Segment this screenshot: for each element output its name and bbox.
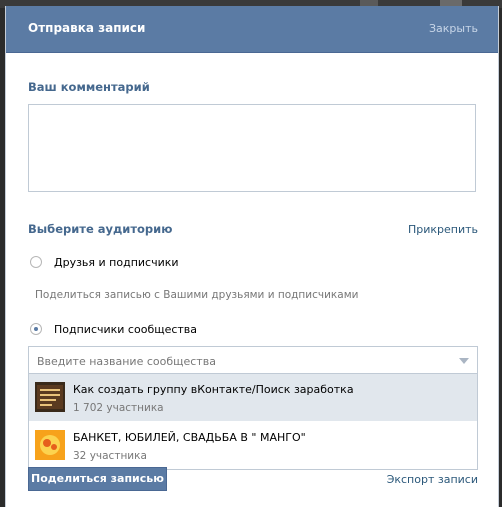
community-result-name: Как создать группу вКонтакте/Поиск зараб… [73,383,354,396]
community-result-name: БАНКЕТ, ЮБИЛЕЙ, СВАДЬБА В " МАНГО" [73,431,306,444]
radio-community-subscribers[interactable] [30,323,42,335]
comment-textarea[interactable] [28,104,476,192]
community-result-item[interactable]: Как создать группу вКонтакте/Поиск зараб… [29,374,477,421]
friends-hint-text: Поделиться записью с Вашими друзьями и п… [35,289,359,301]
share-post-dialog: Отправка записи Закрыть Ваш комментарий … [5,6,499,507]
share-post-button[interactable]: Поделиться записью [28,467,167,491]
community-search-placeholder: Введите название сообщества [37,355,216,368]
audience-heading: Выберите аудиторию [28,222,173,236]
attach-link[interactable]: Прикрепить [408,223,478,236]
export-post-link[interactable]: Экспорт записи [387,473,478,486]
comment-heading: Ваш комментарий [28,80,150,94]
radio-friends-followers-label[interactable]: Друзья и подписчики [54,256,179,269]
dialog-header: Отправка записи Закрыть [6,6,498,53]
radio-friends-followers[interactable] [30,256,42,268]
community-result-item[interactable]: БАНКЕТ, ЮБИЛЕЙ, СВАДЬБА В " МАНГО" 32 уч… [29,422,477,469]
community-result-members: 1 702 участника [73,402,164,414]
close-link[interactable]: Закрыть [429,22,478,35]
community-results-list: Как создать группу вКонтакте/Поиск зараб… [28,374,478,470]
dropdown-arrow-icon[interactable] [459,358,469,364]
community-avatar-icon [35,382,65,412]
dialog-title: Отправка записи [28,21,146,35]
radio-community-subscribers-label[interactable]: Подписчики сообщества [54,323,197,336]
community-result-members: 32 участника [73,450,147,462]
community-search-input[interactable]: Введите название сообщества [28,346,478,374]
community-avatar-icon [35,430,65,460]
